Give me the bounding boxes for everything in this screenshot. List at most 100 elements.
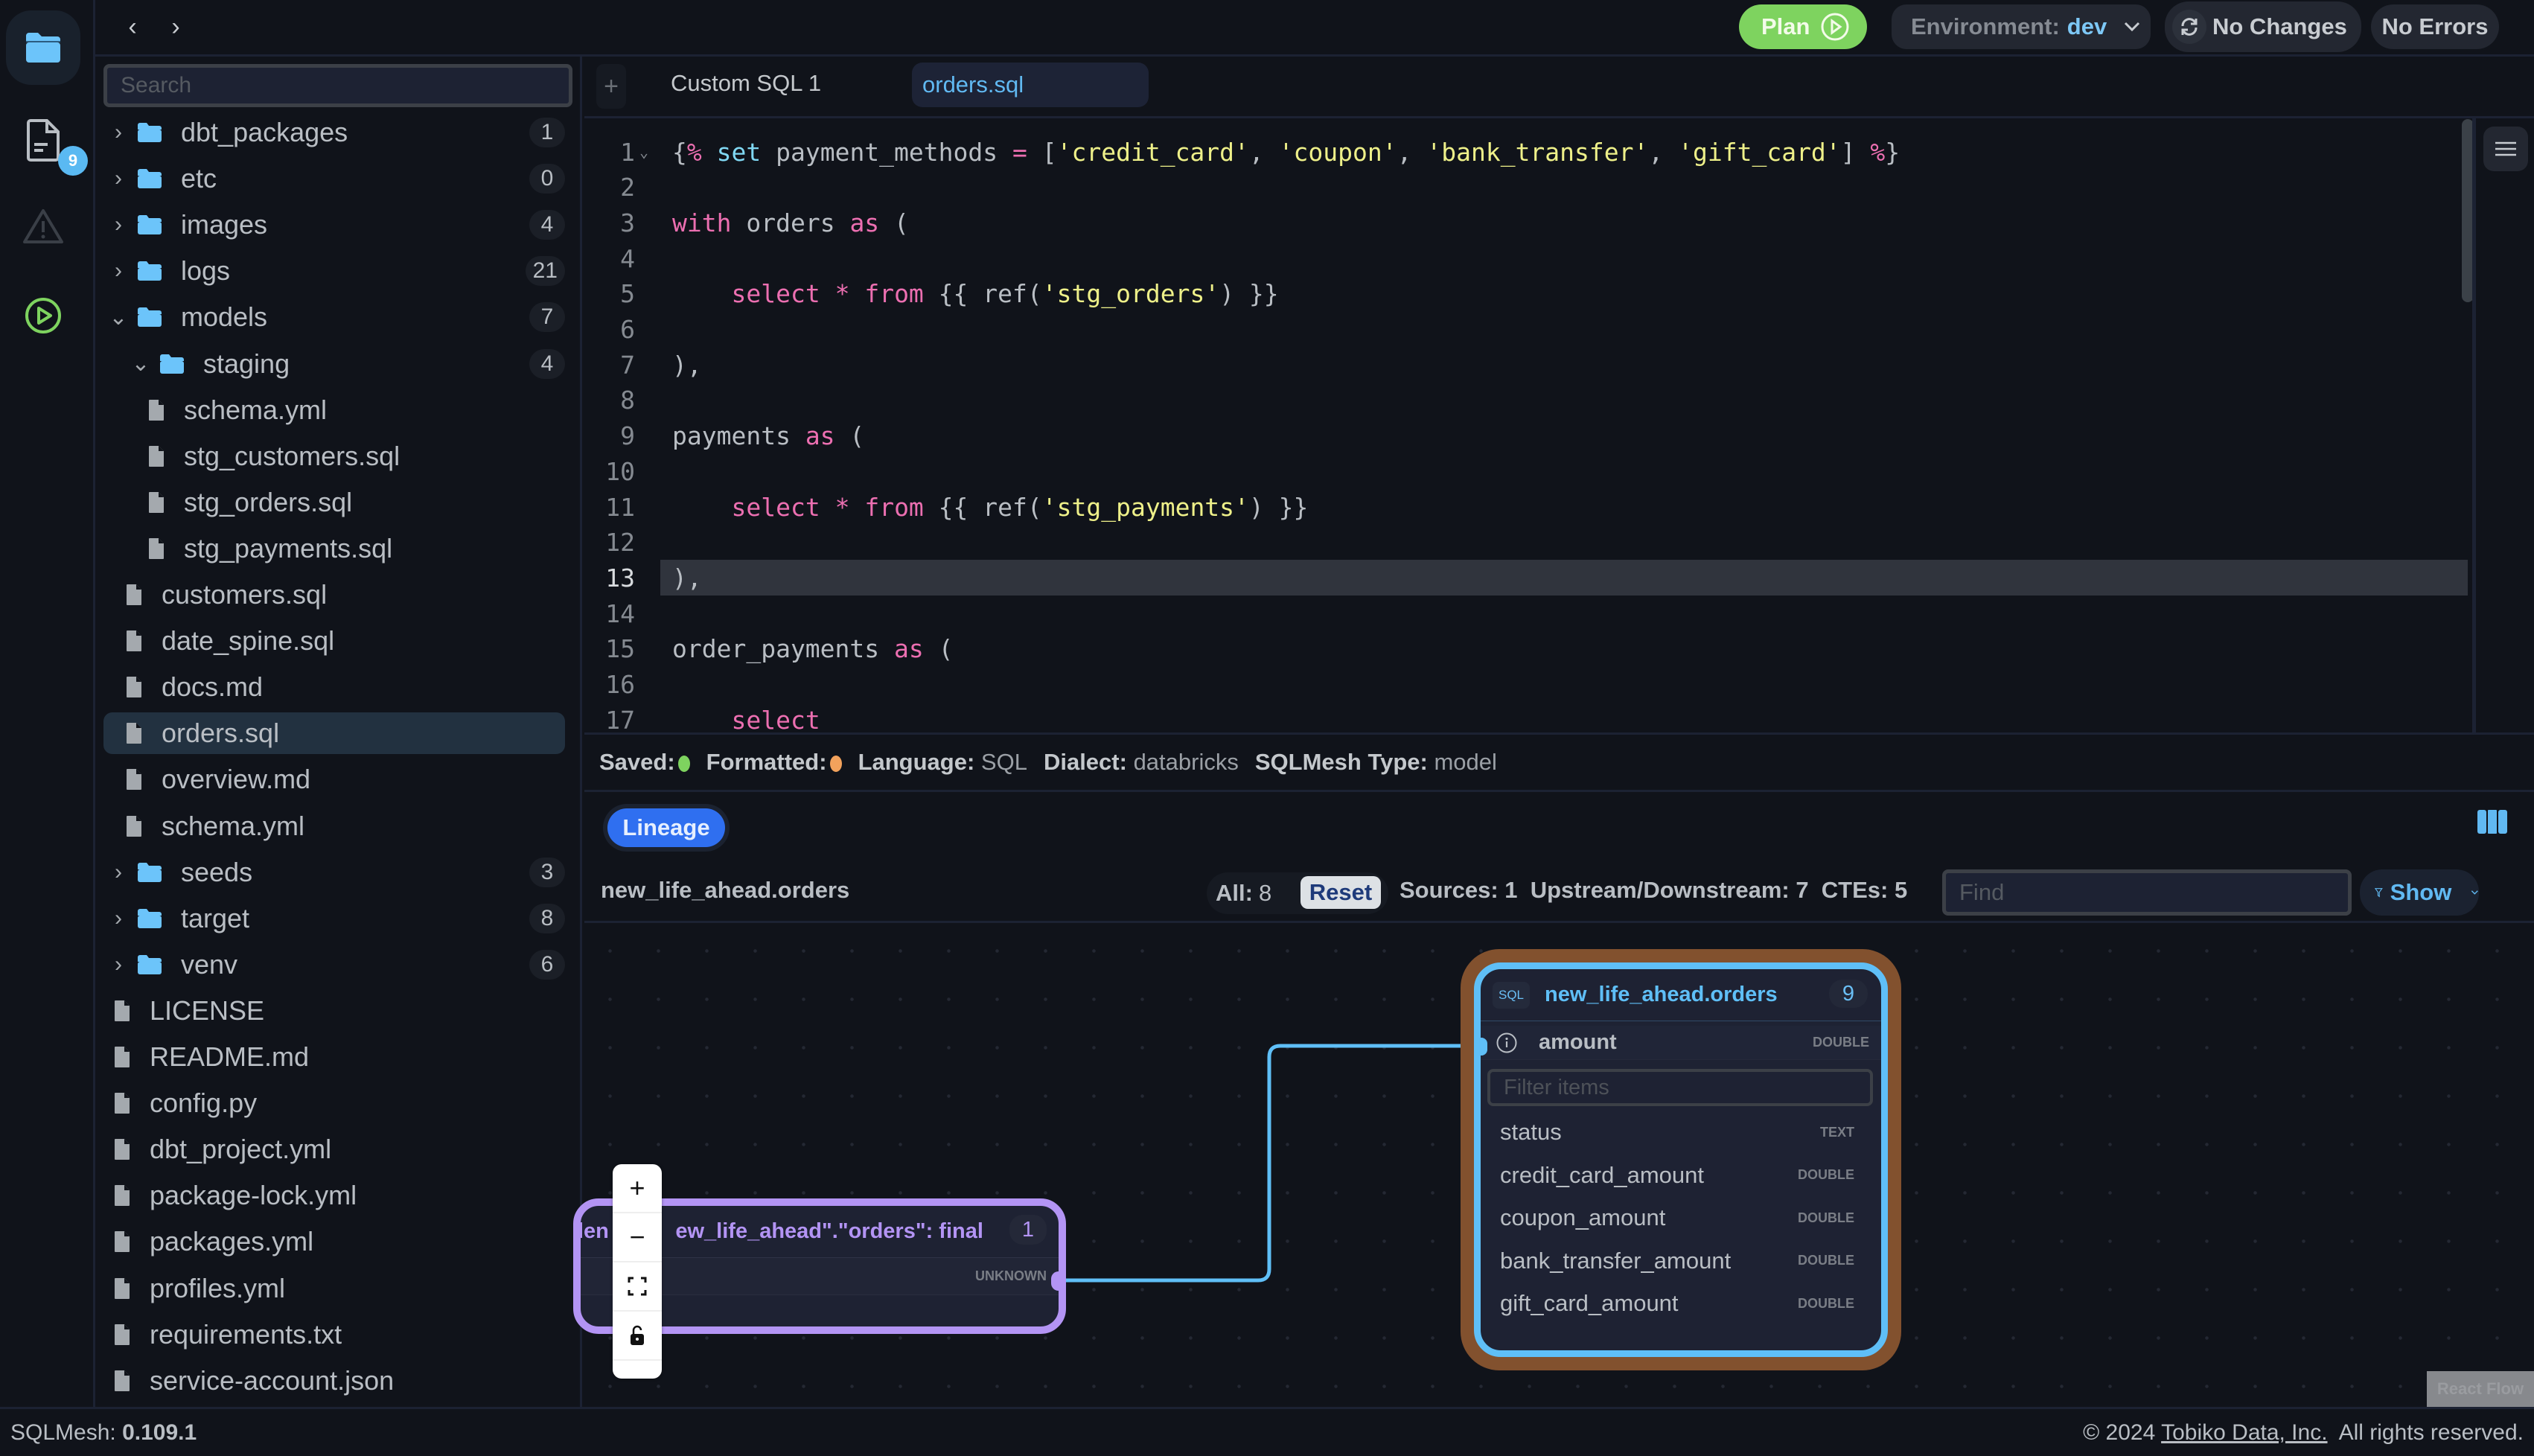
folder-item[interactable]: ⌄ staging 4 <box>103 343 565 385</box>
chevron-right-icon: › <box>115 951 122 977</box>
tree-item-label: packages.yml <box>150 1226 314 1257</box>
file-item[interactable]: stg_orders.sql <box>103 482 565 523</box>
react-flow-attribution[interactable]: React Flow <box>2427 1371 2534 1407</box>
code-line[interactable]: 5 select * from {{ ref('stg_orders') }} <box>584 276 2468 312</box>
company-link[interactable]: Tobiko Data, Inc. <box>2161 1420 2327 1445</box>
code-line[interactable]: 12 <box>584 525 2468 561</box>
code-line[interactable]: 16 <box>584 667 2468 703</box>
back-button[interactable]: ‹ <box>118 10 147 43</box>
node-input-handle[interactable] <box>1475 1038 1487 1056</box>
file-item[interactable]: packages.yml <box>103 1221 565 1262</box>
file-item[interactable]: requirements.txt <box>103 1314 565 1356</box>
tree-item-count: 7 <box>529 302 565 333</box>
folder-item[interactable]: › images 4 <box>103 204 565 246</box>
docs-button[interactable]: 9 <box>6 103 88 177</box>
file-search-input[interactable] <box>103 64 572 107</box>
file-icon <box>127 630 141 652</box>
fold-chevron-icon[interactable]: ⌄ <box>635 143 660 161</box>
zoom-in-button[interactable]: + <box>613 1164 662 1213</box>
node-column[interactable]: status TEXT <box>1481 1115 1881 1149</box>
tree-item-label: overview.md <box>162 764 311 795</box>
code-line[interactable]: 14 <box>584 596 2468 631</box>
node-column[interactable]: gift_card_amount DOUBLE <box>1481 1286 1881 1321</box>
file-item[interactable]: schema.yml <box>103 805 565 847</box>
fit-view-button[interactable] <box>613 1262 662 1312</box>
folder-item[interactable]: › dbt_packages 1 <box>103 112 565 153</box>
folder-item[interactable]: › venv 6 <box>103 944 565 986</box>
explorer-button[interactable] <box>6 10 80 85</box>
editor-menu-button[interactable] <box>2483 127 2528 171</box>
node-column[interactable]: coupon_amount DOUBLE <box>1481 1201 1881 1235</box>
node-filter-input[interactable] <box>1487 1069 1873 1106</box>
errors-status-button[interactable]: No Errors <box>2371 4 2499 49</box>
reset-button[interactable]: Reset <box>1300 876 1381 909</box>
folder-item[interactable]: › seeds 3 <box>103 852 565 893</box>
tab-lineage[interactable]: Lineage <box>603 804 730 852</box>
node-column-amount[interactable]: amount DOUBLE <box>1481 1026 1881 1060</box>
errors-button[interactable] <box>6 189 80 264</box>
file-item[interactable]: schema.yml <box>103 389 565 431</box>
code-line[interactable]: 2 <box>584 170 2468 205</box>
code-editor[interactable]: 1 ⌄{% set payment_methods = ['credit_card… <box>584 121 2475 731</box>
node-column[interactable]: bank_transfer_amount DOUBLE <box>1481 1244 1881 1278</box>
file-item[interactable]: README.md <box>103 1036 565 1078</box>
lineage-find-input[interactable] <box>1942 869 2352 916</box>
run-button[interactable] <box>6 278 80 353</box>
lineage-node-orders[interactable]: SQL new_life_ahead.orders 9 amount DOUBL… <box>1461 949 1901 1370</box>
code-line[interactable]: 1 ⌄{% set payment_methods = ['credit_card… <box>584 134 2468 170</box>
code-line[interactable]: 3 with orders as ( <box>584 205 2468 240</box>
tree-item-label: profiles.yml <box>150 1272 286 1303</box>
file-icon <box>127 769 141 791</box>
tree-item-label: stg_payments.sql <box>184 532 393 563</box>
file-item[interactable]: service-account.json <box>103 1360 565 1402</box>
node-column[interactable]: credit_card_amount DOUBLE <box>1481 1158 1881 1192</box>
file-item[interactable]: package-lock.yml <box>103 1175 565 1216</box>
lock-button[interactable] <box>613 1312 662 1361</box>
file-item[interactable]: stg_customers.sql <box>103 435 565 477</box>
node-title[interactable]: new_life_ahead.orders <box>1545 983 1778 1007</box>
code-line[interactable]: 17 select <box>584 702 2468 731</box>
file-item[interactable]: docs.md <box>103 666 565 708</box>
new-tab-button[interactable]: + <box>596 64 626 109</box>
editor-divider[interactable] <box>2472 118 2476 732</box>
line-number: 3 <box>620 208 635 237</box>
code-token: 'bank_transfer' <box>1426 137 1649 167</box>
folder-item[interactable]: › logs 21 <box>103 250 565 292</box>
code-line[interactable]: 6 <box>584 312 2468 348</box>
code-line[interactable]: 11 select * from {{ ref('stg_payments') … <box>584 489 2468 525</box>
file-item[interactable]: orders.sql <box>103 712 565 755</box>
file-item[interactable]: config.py <box>103 1082 565 1124</box>
code-line[interactable]: 8 <box>584 383 2468 418</box>
code-token: ) }} <box>1219 279 1279 309</box>
tab-custom-sql-1[interactable]: Custom SQL 1 <box>671 70 821 97</box>
layout-toggle-button[interactable] <box>2476 807 2513 852</box>
node-output-handle[interactable] <box>1051 1271 1066 1291</box>
code-line[interactable]: 7), <box>584 347 2468 383</box>
code-line[interactable]: 15 order_payments as ( <box>584 631 2468 667</box>
tab-orders-sql[interactable]: orders.sql <box>912 63 1149 107</box>
file-item[interactable]: date_spine.sql <box>103 620 565 662</box>
file-item[interactable]: LICENSE <box>103 990 565 1032</box>
folder-item[interactable]: ⌄ models 7 <box>103 296 565 338</box>
code-line[interactable]: 4 <box>584 240 2468 276</box>
file-item[interactable]: dbt_project.yml <box>103 1128 565 1170</box>
folder-item[interactable]: › target 8 <box>103 898 565 939</box>
file-item[interactable]: overview.md <box>103 759 565 800</box>
file-item[interactable]: profiles.yml <box>103 1268 565 1309</box>
forward-button[interactable]: › <box>161 10 191 43</box>
show-filter-button[interactable]: Show <box>2360 869 2479 916</box>
file-item[interactable]: customers.sql <box>103 574 565 616</box>
zoom-out-button[interactable]: − <box>613 1213 662 1262</box>
code-line[interactable]: 13), <box>584 560 2468 596</box>
code-line[interactable]: 10 <box>584 453 2468 489</box>
file-item[interactable]: stg_payments.sql <box>103 528 565 569</box>
folder-icon <box>138 123 162 142</box>
file-explorer: › dbt_packages 1 › etc 0 › images 4 › logs 21 ⌄ model… <box>98 57 582 1407</box>
folder-item[interactable]: › etc 0 <box>103 158 565 199</box>
plan-button[interactable]: Plan <box>1739 4 1867 49</box>
line-number: 7 <box>620 350 635 380</box>
environment-select[interactable]: Environment: dev <box>1892 4 2151 49</box>
code-line[interactable]: 9 payments as ( <box>584 418 2468 454</box>
changes-button[interactable]: No Changes <box>2165 1 2361 52</box>
